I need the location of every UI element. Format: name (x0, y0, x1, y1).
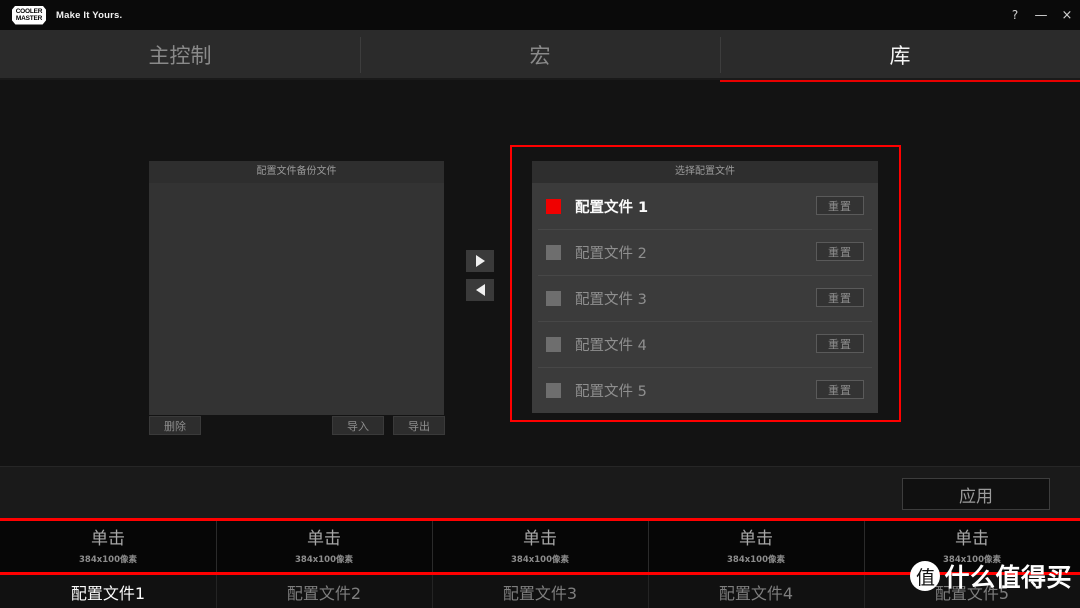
application-window: COOLER MASTER Make It Yours. ? — × 主控制 宏… (0, 0, 1080, 608)
import-button[interactable]: 导入 (332, 416, 384, 435)
transfer-buttons (466, 250, 494, 308)
transfer-left-button[interactable] (466, 279, 494, 301)
profile-color-swatch (546, 198, 561, 214)
preview-click-label: 单击 (307, 528, 341, 549)
brand-logo: COOLER MASTER Make It Yours. (12, 5, 123, 25)
backup-panel-buttons: 删除 导入 导出 (149, 416, 445, 435)
tab-label: 宏 (529, 44, 551, 68)
profile-row-label: 配置文件 4 (575, 337, 647, 354)
cooler-master-badge-icon: COOLER MASTER (12, 5, 46, 25)
profile-list: 配置文件 1 重置 配置文件 2 重置 配置文件 3 重置 配置文件 4 重置 (532, 183, 878, 413)
profile-preview-strip: 单击 384x100像素 单击 384x100像素 单击 384x100像素 单… (0, 519, 1080, 574)
tab-bar: 主控制 宏 库 (0, 30, 1080, 82)
preview-dimensions: 384x100像素 (79, 554, 137, 565)
profile-color-swatch (546, 290, 561, 306)
reset-button[interactable]: 重置 (816, 242, 864, 261)
reset-button[interactable]: 重置 (816, 380, 864, 399)
apply-bar: 应用 (0, 466, 1080, 519)
profile-row[interactable]: 配置文件 2 重置 (532, 229, 878, 275)
preview-cell[interactable]: 单击 384x100像素 (0, 519, 216, 574)
profile-label-bar: 配置文件1 配置文件2 配置文件3 配置文件4 配置文件5 (0, 575, 1080, 608)
preview-dimensions: 384x100像素 (511, 554, 569, 565)
help-icon[interactable]: ? (1002, 0, 1028, 30)
preview-dimensions: 384x100像素 (295, 554, 353, 565)
brand-line-2: MASTER (15, 15, 43, 22)
title-bar: COOLER MASTER Make It Yours. ? — × (0, 0, 1080, 30)
profile-row[interactable]: 配置文件 4 重置 (532, 321, 878, 367)
profile-label-4[interactable]: 配置文件4 (648, 575, 864, 608)
profile-row-label: 配置文件 3 (575, 291, 647, 308)
profile-row[interactable]: 配置文件 5 重置 (532, 367, 878, 413)
triangle-right-icon (475, 255, 485, 267)
profile-color-swatch (546, 382, 561, 398)
apply-button[interactable]: 应用 (902, 478, 1050, 510)
preview-click-label: 单击 (91, 528, 125, 549)
delete-button[interactable]: 删除 (149, 416, 201, 435)
tab-main-control[interactable]: 主控制 (0, 30, 360, 80)
preview-click-label: 单击 (739, 528, 773, 549)
export-button[interactable]: 导出 (393, 416, 445, 435)
preview-dimensions: 384x100像素 (727, 554, 785, 565)
tab-macro[interactable]: 宏 (360, 30, 720, 80)
profile-row[interactable]: 配置文件 1 重置 (532, 183, 878, 229)
profile-label-2[interactable]: 配置文件2 (216, 575, 432, 608)
tab-label: 主控制 (148, 44, 212, 68)
transfer-right-button[interactable] (466, 250, 494, 272)
profile-color-swatch (546, 336, 561, 352)
backup-files-list[interactable] (149, 183, 444, 415)
profile-label-1[interactable]: 配置文件1 (0, 575, 216, 608)
tab-label: 库 (889, 44, 911, 68)
reset-button[interactable]: 重置 (816, 334, 864, 353)
tab-bar-underline (0, 78, 1080, 80)
preview-dimensions: 384x100像素 (943, 554, 1001, 565)
triangle-left-icon (475, 284, 485, 296)
preview-click-label: 单击 (523, 528, 557, 549)
profile-row[interactable]: 配置文件 3 重置 (532, 275, 878, 321)
preview-click-label: 单击 (955, 528, 989, 549)
profile-panel-title: 选择配置文件 (532, 161, 878, 183)
preview-cell[interactable]: 单击 384x100像素 (648, 519, 864, 574)
profile-row-label: 配置文件 2 (575, 245, 647, 262)
profile-row-label: 配置文件 5 (575, 383, 647, 400)
reset-button[interactable]: 重置 (816, 288, 864, 307)
backup-panel-title: 配置文件备份文件 (149, 161, 444, 183)
profile-row-label: 配置文件 1 (575, 199, 649, 216)
preview-cell[interactable]: 单击 384x100像素 (432, 519, 648, 574)
reset-button[interactable]: 重置 (816, 196, 864, 215)
brand-tagline: Make It Yours. (56, 9, 123, 21)
work-area: 配置文件备份文件 删除 导入 导出 选择配置文件 配置文件 1 重置 配置文件 … (0, 82, 1080, 466)
brand-line-1: COOLER (15, 7, 43, 15)
backup-files-panel: 配置文件备份文件 (149, 161, 444, 415)
profile-label-3[interactable]: 配置文件3 (432, 575, 648, 608)
preview-cell[interactable]: 单击 384x100像素 (864, 519, 1080, 574)
profile-color-swatch (546, 244, 561, 260)
tab-library[interactable]: 库 (720, 30, 1080, 82)
minimize-icon[interactable]: — (1028, 0, 1054, 30)
close-icon[interactable]: × (1054, 0, 1080, 30)
select-profile-panel: 选择配置文件 配置文件 1 重置 配置文件 2 重置 配置文件 3 重置 配置文… (532, 161, 878, 413)
window-controls: ? — × (1002, 0, 1080, 30)
preview-cell[interactable]: 单击 384x100像素 (216, 519, 432, 574)
profile-label-5[interactable]: 配置文件5 (864, 575, 1080, 608)
